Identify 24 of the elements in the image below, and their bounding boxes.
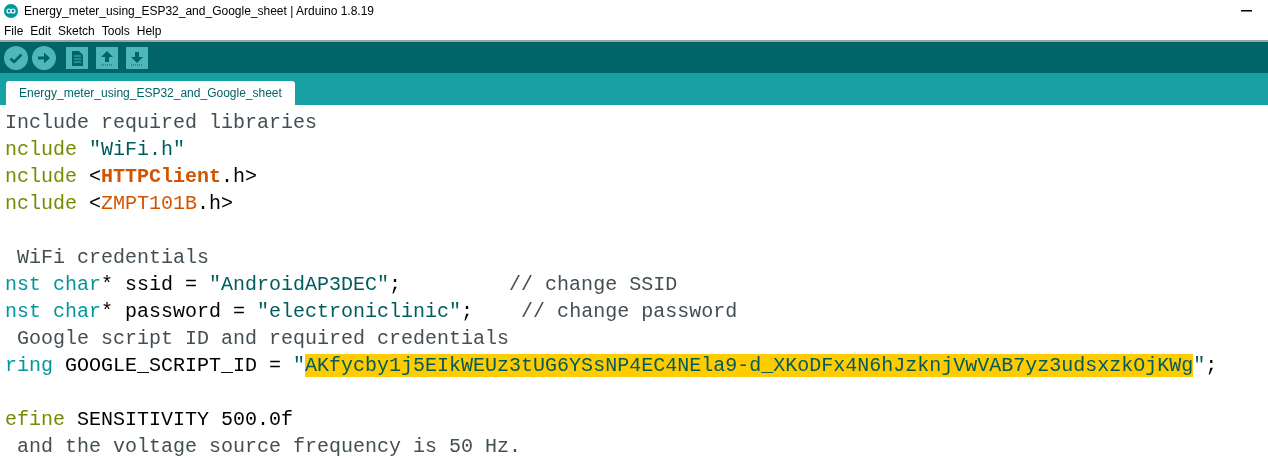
- menu-item[interactable]: Sketch: [58, 21, 95, 40]
- code-line: nclude <ZMPT101B.h>: [5, 192, 234, 215]
- app-logo-icon: [4, 3, 18, 18]
- code-line: nclude <HTTPClient.h>: [5, 165, 258, 188]
- upload-button[interactable]: [32, 45, 56, 70]
- menu-item[interactable]: Edit: [30, 21, 52, 40]
- code-line: WiFi credentials: [16, 246, 210, 269]
- code-line: and the voltage source frequency is 50 Hz.: [16, 435, 522, 458]
- window-title: Energy_meter_using_ESP32_and_Google_sheet | Arduino 1.8.19: [24, 2, 375, 20]
- new-button[interactable]: [66, 46, 88, 69]
- menu-item[interactable]: Help: [136, 21, 162, 40]
- code-line: nclude "WiFi.h": [5, 138, 186, 161]
- minimize-icon[interactable]: [1241, 9, 1252, 12]
- save-button[interactable]: [126, 46, 148, 69]
- open-button[interactable]: [96, 46, 118, 69]
- verify-button[interactable]: [4, 45, 28, 70]
- code-line: efine SENSITIVITY 500.0f: [5, 408, 294, 431]
- code-line: Google script ID and required credentials: [16, 327, 510, 350]
- code-line: Include required libraries: [5, 111, 318, 134]
- code-line: nst char* password = "electroniclinic"; // change password: [5, 300, 738, 323]
- menu-item[interactable]: Tools: [101, 21, 130, 40]
- editor-tab[interactable]: Energy_meter_using_ESP32_and_Google_sheet: [6, 81, 295, 105]
- code-line: nst char* ssid = "AndroidAP3DEC"; // change SSID: [5, 273, 678, 296]
- menu-item[interactable]: File: [4, 21, 24, 40]
